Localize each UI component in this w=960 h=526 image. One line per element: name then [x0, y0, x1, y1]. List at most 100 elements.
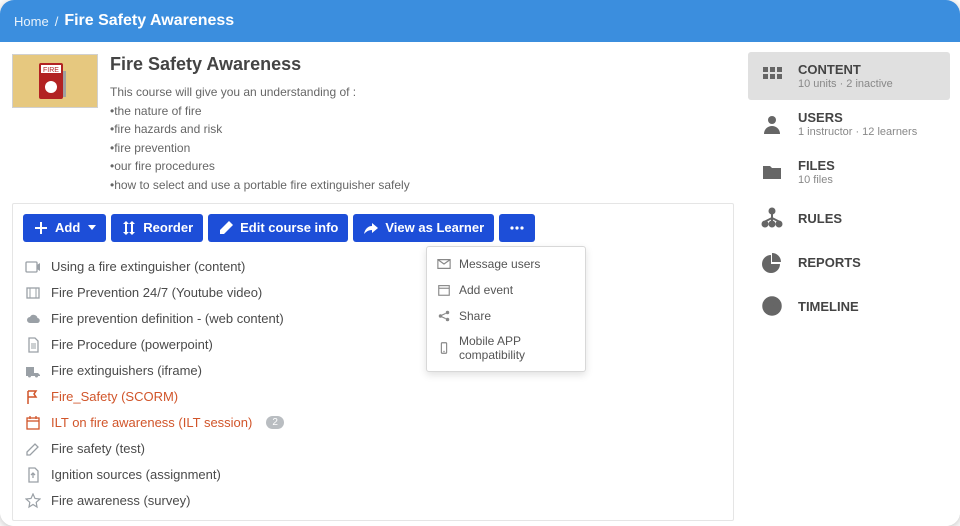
app-frame: Home / Fire Safety Awareness FIRE [0, 0, 960, 526]
svg-text:FIRE: FIRE [43, 67, 59, 74]
calendar-icon [437, 282, 451, 298]
reports-icon [758, 250, 786, 274]
course-bullet: •fire prevention [110, 139, 410, 158]
film-icon [25, 285, 41, 301]
unit-row[interactable]: Fire Procedure (powerpoint) [23, 332, 723, 358]
unit-row[interactable]: ILT on fire awareness (ILT session) 2 [23, 410, 723, 436]
reorder-label: Reorder [143, 220, 193, 235]
timeline-icon [758, 294, 786, 318]
unit-row[interactable]: Fire extinguishers (iframe) [23, 358, 723, 384]
sidebar-title: RULES [798, 211, 842, 226]
flag-icon [25, 389, 41, 405]
course-bullet: •our fire procedures [110, 157, 410, 176]
breadcrumb-home[interactable]: Home [14, 14, 49, 29]
plus-icon [33, 220, 49, 236]
edit-icon [25, 441, 41, 457]
sidebar-sub: 10 units · 2 inactive [798, 78, 893, 90]
unit-row[interactable]: Fire awareness (survey) [23, 488, 723, 514]
reorder-button[interactable]: Reorder [111, 214, 203, 242]
share-arrow-icon [363, 220, 379, 236]
view-as-learner-button[interactable]: View as Learner [353, 214, 494, 242]
unit-label: Fire prevention definition - (web conten… [51, 311, 284, 326]
course-bullet: •the nature of fire [110, 102, 410, 121]
unit-row[interactable]: Using a fire extinguisher (content) [23, 254, 723, 280]
menu-label: Add event [459, 283, 513, 297]
more-button[interactable] [499, 214, 535, 242]
envelope-icon [437, 256, 451, 272]
unit-label: Fire extinguishers (iframe) [51, 363, 202, 378]
unit-list: Using a fire extinguisher (content) Fire … [23, 254, 723, 514]
cal-icon [25, 415, 41, 431]
unit-label: Fire awareness (survey) [51, 493, 190, 508]
doc-icon [25, 337, 41, 353]
unit-row[interactable]: Ignition sources (assignment) [23, 462, 723, 488]
course-header: FIRE Fire Safety Awareness This course w… [12, 54, 734, 195]
main-column: FIRE Fire Safety Awareness This course w… [0, 42, 744, 526]
toolbar: Add Reorder Edit course info View as Lea… [23, 214, 723, 242]
docup-icon [25, 467, 41, 483]
sidebar: CONTENT10 units · 2 inactiveUSERS1 instr… [744, 42, 960, 526]
reorder-icon [121, 220, 137, 236]
breadcrumb: Home / Fire Safety Awareness [0, 0, 960, 42]
course-thumbnail: FIRE [12, 54, 98, 108]
menu-share[interactable]: Share [427, 303, 585, 329]
course-intro: This course will give you an understandi… [110, 83, 410, 102]
edit-course-button[interactable]: Edit course info [208, 214, 348, 242]
count-badge: 2 [266, 416, 284, 429]
sidebar-title: REPORTS [798, 255, 861, 270]
unit-label: Fire_Safety (SCORM) [51, 389, 178, 404]
sidebar-title: FILES [798, 158, 835, 173]
unit-row[interactable]: Fire_Safety (SCORM) [23, 384, 723, 410]
menu-label: Message users [459, 257, 540, 271]
sidebar-item-timeline[interactable]: TIMELINE [748, 284, 950, 328]
course-description: This course will give you an understandi… [110, 83, 410, 195]
menu-label: Mobile APP compatibility [459, 334, 575, 362]
menu-add-event[interactable]: Add event [427, 277, 585, 303]
sidebar-sub: 10 files [798, 174, 835, 186]
course-bullet: •fire hazards and risk [110, 120, 410, 139]
unit-label: Ignition sources (assignment) [51, 467, 221, 482]
content-panel: Add Reorder Edit course info View as Lea… [12, 203, 734, 521]
unit-label: Using a fire extinguisher (content) [51, 259, 245, 274]
sidebar-item-rules[interactable]: RULES [748, 196, 950, 240]
rules-icon [758, 206, 786, 230]
unit-label: ILT on fire awareness (ILT session) [51, 415, 252, 430]
breadcrumb-title: Fire Safety Awareness [64, 12, 234, 30]
mobile-icon [437, 340, 451, 356]
unit-row[interactable]: Fire safety (test) [23, 436, 723, 462]
sidebar-item-content[interactable]: CONTENT10 units · 2 inactive [748, 52, 950, 100]
breadcrumb-sep: / [55, 14, 59, 29]
unit-label: Fire safety (test) [51, 441, 145, 456]
video-icon [25, 259, 41, 275]
ellipsis-icon [509, 220, 525, 236]
add-label: Add [55, 220, 80, 235]
unit-label: Fire Procedure (powerpoint) [51, 337, 213, 352]
sidebar-title: TIMELINE [798, 299, 859, 314]
truck-icon [25, 363, 41, 379]
view-label: View as Learner [385, 220, 484, 235]
sidebar-title: CONTENT [798, 62, 893, 77]
sidebar-item-reports[interactable]: REPORTS [748, 240, 950, 284]
users-icon [758, 112, 786, 136]
share-icon [437, 308, 451, 324]
sidebar-sub: 1 instructor · 12 learners [798, 126, 917, 138]
menu-mobile-compat[interactable]: Mobile APP compatibility [427, 329, 585, 367]
content-icon [758, 64, 786, 88]
sidebar-item-users[interactable]: USERS1 instructor · 12 learners [748, 100, 950, 148]
unit-row[interactable]: Fire Prevention 24/7 (Youtube video) [23, 280, 723, 306]
star-icon [25, 493, 41, 509]
course-bullet: •how to select and use a portable fire e… [110, 176, 410, 195]
unit-label: Fire Prevention 24/7 (Youtube video) [51, 285, 262, 300]
files-icon [758, 160, 786, 184]
chevron-down-icon [88, 225, 96, 230]
course-title: Fire Safety Awareness [110, 54, 410, 75]
pencil-icon [218, 220, 234, 236]
sidebar-item-files[interactable]: FILES10 files [748, 148, 950, 196]
menu-message-users[interactable]: Message users [427, 251, 585, 277]
add-button[interactable]: Add [23, 214, 106, 242]
cloud-icon [25, 311, 41, 327]
menu-label: Share [459, 309, 491, 323]
more-menu: Message users Add event Share Mobil [426, 246, 586, 372]
unit-row[interactable]: Fire prevention definition - (web conten… [23, 306, 723, 332]
edit-label: Edit course info [240, 220, 338, 235]
